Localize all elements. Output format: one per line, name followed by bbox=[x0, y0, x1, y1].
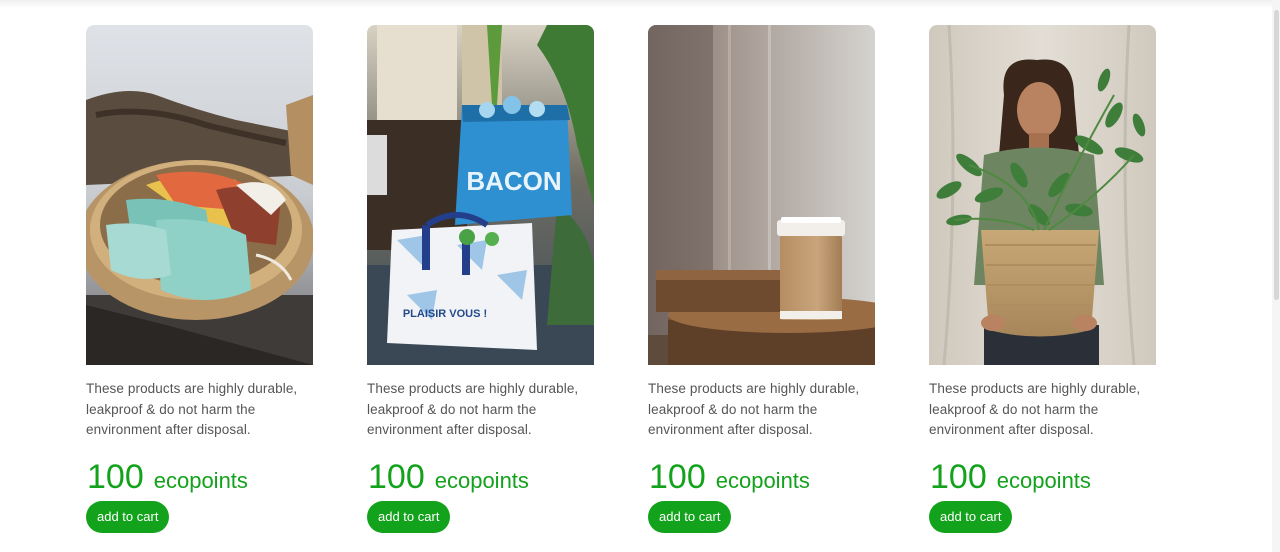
product-price: 100 ecopoints bbox=[648, 459, 875, 495]
product-price: 100 ecopoints bbox=[367, 459, 594, 495]
bag-text-bacon: BACON bbox=[466, 166, 561, 196]
product-card: BACON PLAISIR VOUS ! These products are … bbox=[367, 25, 594, 533]
product-price: 100 ecopoints bbox=[86, 459, 313, 495]
product-image-bags[interactable]: BACON PLAISIR VOUS ! bbox=[367, 25, 594, 365]
price-unit: ecopoints bbox=[715, 467, 810, 493]
price-value: 100 bbox=[930, 457, 987, 496]
add-to-cart-button[interactable]: add to cart bbox=[648, 500, 732, 533]
product-card: These products are highly durable, leakp… bbox=[86, 25, 313, 533]
add-to-cart-button[interactable]: add to cart bbox=[86, 500, 170, 533]
product-image-masks[interactable] bbox=[86, 25, 313, 365]
product-image-coffee-cup[interactable] bbox=[648, 25, 875, 365]
bag-text-plaisir: PLAISIR VOUS ! bbox=[403, 308, 487, 320]
add-to-cart-button[interactable]: add to cart bbox=[367, 500, 451, 533]
product-card: These products are highly durable, leakp… bbox=[648, 25, 875, 533]
scrollbar-track[interactable] bbox=[1272, 0, 1280, 552]
scrollbar-thumb[interactable] bbox=[1274, 10, 1279, 300]
product-description: These products are highly durable, leakp… bbox=[86, 381, 298, 437]
product-price: 100 ecopoints bbox=[929, 459, 1156, 495]
price-value: 100 bbox=[87, 457, 144, 496]
price-unit: ecopoints bbox=[996, 467, 1091, 493]
product-grid: These products are highly durable, leakp… bbox=[86, 25, 1156, 533]
product-description: These products are highly durable, leakp… bbox=[648, 381, 860, 437]
page-top-shadow bbox=[0, 0, 1272, 8]
price-value: 100 bbox=[368, 457, 425, 496]
product-description: These products are highly durable, leakp… bbox=[929, 381, 1141, 437]
price-unit: ecopoints bbox=[434, 467, 529, 493]
product-description: These products are highly durable, leakp… bbox=[367, 381, 579, 437]
price-unit: ecopoints bbox=[153, 467, 248, 493]
price-value: 100 bbox=[649, 457, 706, 496]
add-to-cart-button[interactable]: add to cart bbox=[929, 500, 1013, 533]
product-card: These products are highly durable, leakp… bbox=[929, 25, 1156, 533]
product-image-plant-basket[interactable] bbox=[929, 25, 1156, 365]
